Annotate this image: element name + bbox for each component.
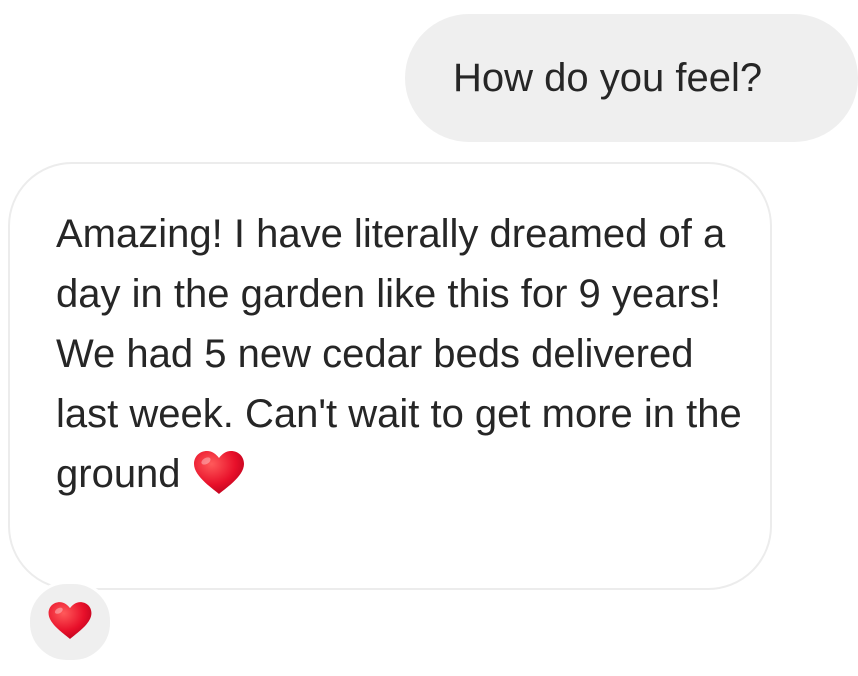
red-heart-icon xyxy=(48,602,92,639)
received-message-content: Amazing! I have literally dreamed of a d… xyxy=(56,204,746,504)
sent-message-text: How do you feel? xyxy=(453,56,763,100)
received-message-text: Amazing! I have literally dreamed of a d… xyxy=(56,212,742,496)
red-heart-icon xyxy=(191,450,247,496)
sent-message-bubble[interactable]: How do you feel? xyxy=(405,14,858,142)
heart-reaction-badge[interactable] xyxy=(27,581,113,663)
received-message-bubble[interactable]: Amazing! I have literally dreamed of a d… xyxy=(8,162,772,590)
